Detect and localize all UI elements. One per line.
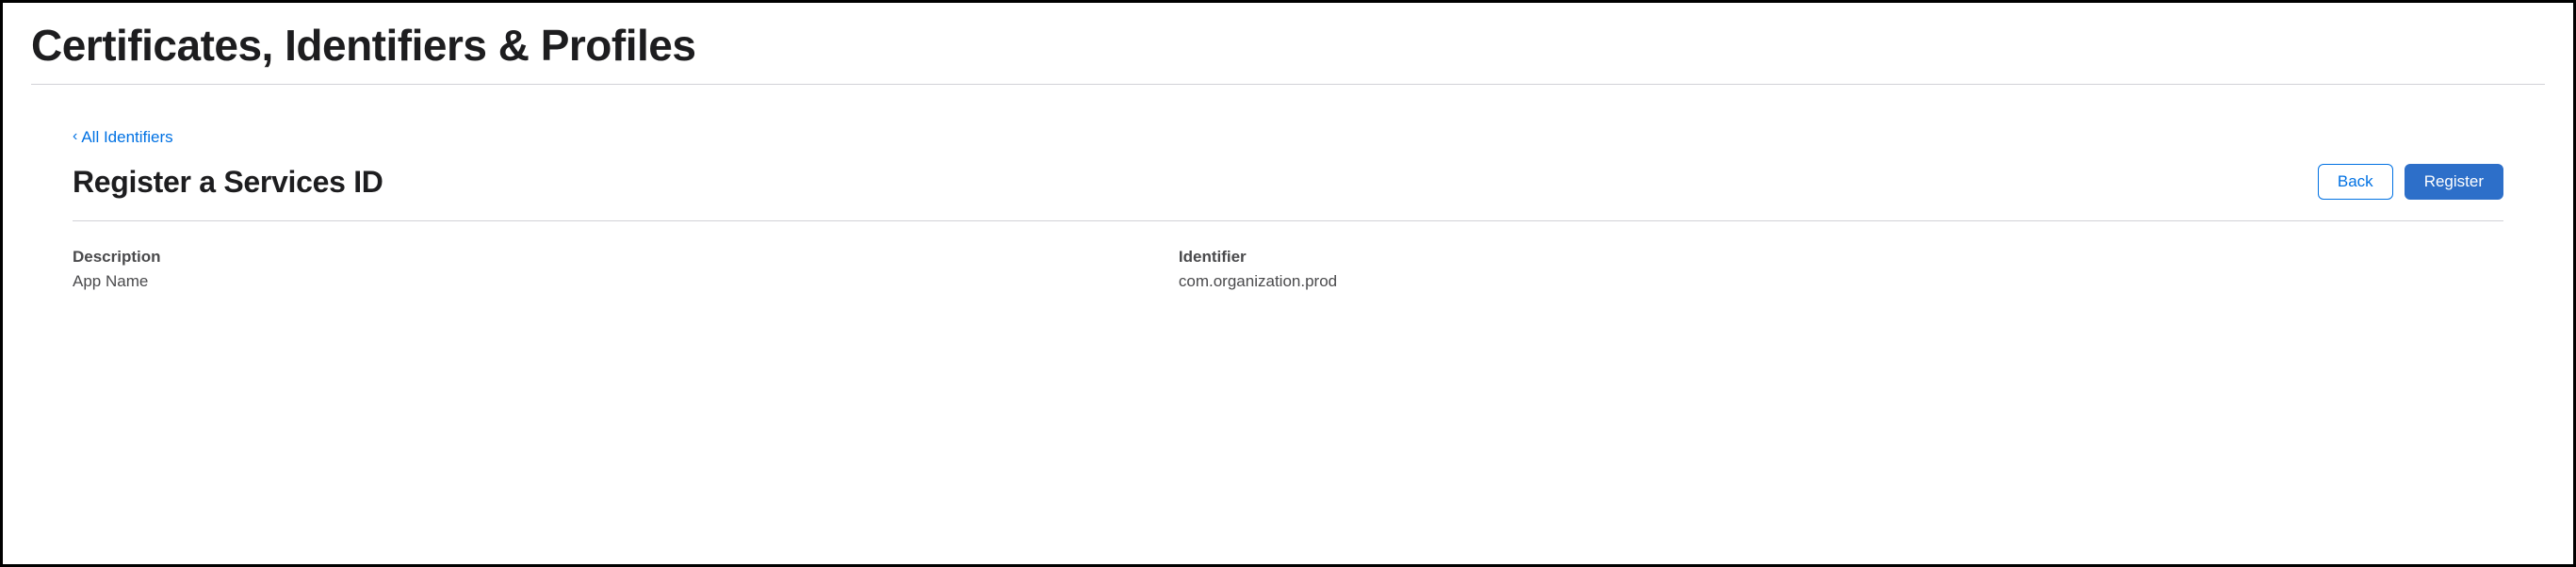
description-value: App Name [73,272,1179,291]
page-title: Certificates, Identifiers & Profiles [31,12,2545,85]
description-column: Description App Name [73,248,1179,291]
back-link-label: All Identifiers [81,128,172,147]
identifier-label: Identifier [1179,248,2285,267]
description-label: Description [73,248,1179,267]
back-button[interactable]: Back [2318,164,2393,200]
details-row: Description App Name Identifier com.orga… [73,248,2503,291]
back-to-identifiers-link[interactable]: ‹ All Identifiers [73,128,173,147]
section-header: Register a Services ID Back Register [73,164,2503,221]
chevron-left-icon: ‹ [73,129,77,144]
section-title: Register a Services ID [73,165,383,200]
identifier-value: com.organization.prod [1179,272,2285,291]
app-frame: Certificates, Identifiers & Profiles ‹ A… [0,0,2576,567]
identifier-column: Identifier com.organization.prod [1179,248,2285,291]
register-button[interactable]: Register [2405,164,2503,200]
action-buttons: Back Register [2318,164,2503,200]
content-area: ‹ All Identifiers Register a Services ID… [31,85,2545,291]
